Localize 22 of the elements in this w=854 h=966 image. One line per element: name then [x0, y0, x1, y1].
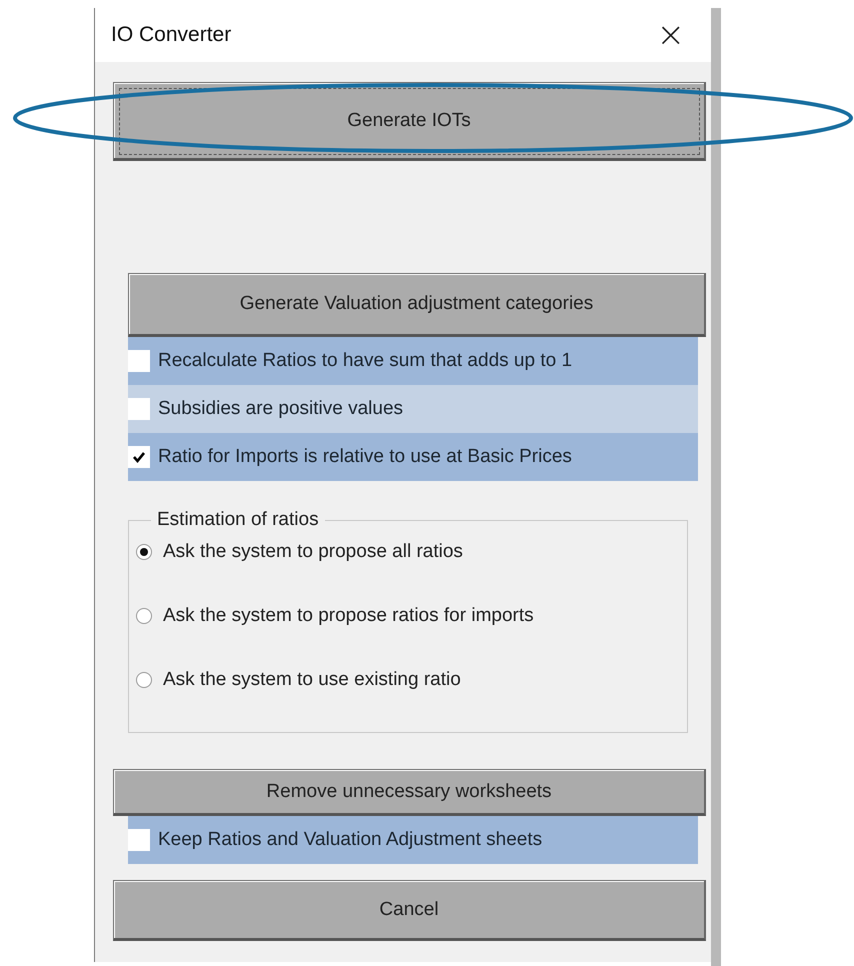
checkbox[interactable] — [128, 829, 150, 851]
remove-button[interactable]: Remove unnecessary worksheets — [113, 769, 706, 816]
window-title: IO Converter — [111, 23, 232, 47]
radio-label: Ask the system to use existing ratio — [163, 669, 461, 691]
radio-label: Ask the system to propose all ratios — [163, 541, 463, 563]
valuation-button[interactable]: Generate Valuation adjustment categories — [128, 273, 706, 337]
check-icon — [132, 450, 146, 464]
radio-label: Ask the system to propose ratios for imports — [163, 605, 534, 627]
checkbox-label: Subsidies are positive values — [158, 398, 404, 420]
checkbox-label: Recalculate Ratios to have sum that adds up to 1 — [158, 350, 572, 372]
radio-button[interactable] — [135, 607, 153, 625]
generate-button[interactable]: Generate IOTs — [113, 82, 706, 161]
checkbox[interactable] — [128, 446, 150, 468]
cancel-button[interactable]: Cancel — [113, 880, 706, 941]
group-title: Estimation of ratios — [156, 509, 320, 531]
radio-button[interactable] — [135, 543, 153, 561]
close-button[interactable]: × — [650, 18, 691, 52]
checkbox[interactable] — [128, 398, 150, 420]
checkbox-label: Keep Ratios and Valuation Adjustment sheets — [158, 829, 542, 851]
checkbox[interactable] — [128, 350, 150, 372]
radio-button[interactable] — [135, 671, 153, 689]
checkbox-label: Ratio for Imports is relative to use at Basic Prices — [158, 446, 572, 468]
